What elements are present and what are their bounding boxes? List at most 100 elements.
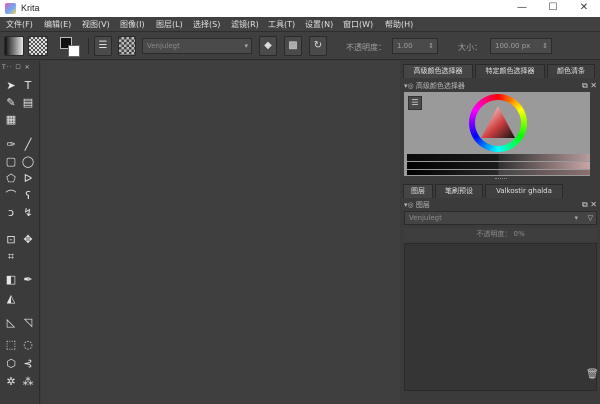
maximize-button[interactable]: ☐	[538, 0, 568, 17]
toolbox-header: T·· ☐ ✕	[2, 64, 31, 71]
gradient-tool-icon[interactable]: ◧	[4, 273, 18, 287]
spin-arrows-icon: ⇕	[428, 42, 434, 50]
blend-mode-value: Venjulegt	[409, 214, 442, 222]
right-dock: 高级颜色选择器 特定颜色选择器 颜色清条 ▾◎ 高级颜色选择器 ⧉ ✕ ☰ 图层…	[401, 61, 600, 404]
tab-layers[interactable]: 图层	[403, 184, 433, 198]
pattern-tool-icon[interactable]: ▦	[4, 113, 18, 127]
menu-bar: 文件(F) 编辑(E) 视图(V) 图像(I) 图层(L) 选择(S) 滤镜(R…	[0, 17, 600, 32]
menu-settings[interactable]: 设置(N)	[305, 19, 333, 30]
float-close-icon[interactable]: ⧉ ✕	[582, 80, 597, 92]
edit-brush-settings-icon[interactable]: ☰	[94, 36, 112, 56]
select-shapes-icon[interactable]: ➤	[4, 79, 18, 93]
size-spinbox[interactable]: 100.00 px ⇕	[490, 38, 552, 54]
size-value: 100.00 px	[495, 42, 531, 50]
minimize-button[interactable]: —	[507, 0, 537, 17]
tab-advanced-color-selector[interactable]: 高级颜色选择器	[403, 64, 473, 78]
bezier-tool-icon[interactable]: ⌒	[4, 189, 18, 203]
layer-opacity-text: 不透明度： 0%	[476, 230, 525, 238]
brush-preset-combo[interactable]: Venjulegt ▾	[142, 38, 252, 54]
menu-tools[interactable]: 工具(T)	[268, 19, 295, 30]
tool-options-bar: ☰ Venjulegt ▾ ◆ ▩ ↻ 不透明度： 1.00 ⇕ 大小： 100…	[0, 32, 600, 60]
gradient-swatch[interactable]	[4, 36, 24, 56]
freehand-brush-icon[interactable]: ✑	[4, 138, 18, 152]
menu-select[interactable]: 选择(S)	[193, 19, 220, 30]
ellipse-select-icon[interactable]: ◌	[21, 338, 35, 352]
menu-layer[interactable]: 图层(L)	[156, 19, 183, 30]
layer-tabs: 图层 笔刷预设 Valkostir ghalda	[401, 182, 600, 198]
selector-title: 高级颜色选择器	[415, 82, 465, 90]
crop-tool-icon[interactable]: ⌗	[4, 250, 18, 264]
menu-help[interactable]: 帮助(H)	[385, 19, 413, 30]
menu-filter[interactable]: 滤镜(R)	[231, 19, 259, 30]
shade-strip-1[interactable]	[407, 154, 590, 161]
layers-list[interactable]	[404, 243, 597, 391]
fill-tool-icon[interactable]: ◭	[4, 292, 18, 306]
color-triangle[interactable]	[479, 104, 517, 140]
pattern-swatch[interactable]	[28, 36, 48, 56]
chevron-down-icon: ▾	[574, 214, 578, 222]
close-button[interactable]: ✕	[569, 0, 599, 17]
color-tabs: 高级颜色选择器 特定颜色选择器 颜色清条	[401, 62, 600, 78]
line-tool-icon[interactable]: ╱	[21, 138, 35, 152]
rectangle-tool-icon[interactable]: ▢	[4, 155, 18, 169]
selector-settings-icon[interactable]: ☰	[408, 96, 422, 110]
move-tool-icon[interactable]: ✥	[21, 233, 35, 247]
spin-arrows-icon: ⇕	[542, 42, 548, 50]
similar-select-icon[interactable]: ⁂	[21, 375, 35, 389]
edit-shapes-icon[interactable]: ✎	[4, 96, 18, 110]
toolbox-panel: T·· ☐ ✕ ➤ T ✎ ▤ ▦ ✑ ╱ ▢ ◯ ⬠ ᐅ ⌒ ʕ ↄ ↯ ⊡ …	[0, 61, 40, 404]
rect-select-icon[interactable]: ⬚	[4, 338, 18, 352]
tab-valkostir[interactable]: Valkostir ghalda	[485, 184, 563, 198]
fg-bg-color-icon[interactable]	[60, 37, 82, 57]
contiguous-select-icon[interactable]: ✲	[4, 375, 18, 389]
ellipse-tool-icon[interactable]: ◯	[21, 155, 35, 169]
delete-layer-icon[interactable]: 🗑	[586, 369, 599, 383]
eraser-mode-icon[interactable]: ◆	[259, 36, 277, 56]
dynamic-brush-icon[interactable]: ↄ	[4, 206, 18, 220]
toolbar-separator	[88, 38, 89, 54]
polygon-tool-icon[interactable]: ⬠	[4, 172, 18, 186]
menu-edit[interactable]: 编辑(E)	[44, 19, 71, 30]
color-picker-icon[interactable]: ✒	[21, 273, 35, 287]
brush-preset-icon[interactable]	[118, 36, 136, 56]
layers-title: 图层	[415, 201, 430, 209]
calligraphy-icon[interactable]: ▤	[21, 96, 35, 110]
menu-file[interactable]: 文件(F)	[6, 19, 33, 30]
filter-icon[interactable]: ▽	[588, 212, 593, 224]
float-close-icon[interactable]: ⧉ ✕	[582, 199, 597, 211]
layers-panel-title: ▾◎ 图层 ⧉ ✕	[404, 199, 597, 211]
shade-strip-2[interactable]	[407, 162, 590, 169]
canvas-area[interactable]	[41, 61, 400, 404]
measure-tool-icon[interactable]: ◹	[21, 316, 35, 330]
reload-preset-icon[interactable]: ↻	[309, 36, 327, 56]
tab-specific-color-selector[interactable]: 特定颜色选择器	[475, 64, 545, 78]
menu-view[interactable]: 视图(V)	[82, 19, 110, 30]
selector-panel-title: ▾◎ 高级颜色选择器 ⧉ ✕	[404, 80, 597, 92]
transform-tool-icon[interactable]: ⊡	[4, 233, 18, 247]
multibrush-icon[interactable]: ↯	[21, 206, 35, 220]
chevron-down-icon: ▾	[244, 42, 248, 50]
tab-color-strip[interactable]: 颜色清条	[547, 64, 595, 78]
blend-mode-combo[interactable]: Venjulegt ▾ ▽	[404, 211, 597, 225]
panel-grip-icon: ▾◎	[404, 82, 416, 90]
menu-window[interactable]: 窗口(W)	[343, 19, 373, 30]
advanced-color-selector[interactable]: ☰	[404, 92, 590, 176]
splitter-handle[interactable]	[495, 178, 507, 180]
freehand-select-icon[interactable]: ⊰	[21, 357, 35, 371]
text-tool-icon[interactable]: T	[21, 79, 35, 93]
polygon-select-icon[interactable]: ⬡	[4, 357, 18, 371]
window-title: Krita	[21, 3, 40, 13]
opacity-spinbox[interactable]: 1.00 ⇕	[392, 38, 438, 54]
layer-opacity-slider[interactable]: 不透明度： 0%	[404, 228, 597, 241]
assistant-tool-icon[interactable]: ◺	[4, 316, 18, 330]
title-bar: Krita — ☐ ✕	[0, 0, 600, 17]
opacity-label: 不透明度：	[346, 43, 386, 52]
brush-preset-name: Venjulegt	[147, 42, 180, 50]
size-label: 大小：	[458, 43, 482, 52]
alpha-lock-icon[interactable]: ▩	[284, 36, 302, 56]
freehand-path-icon[interactable]: ʕ	[21, 189, 35, 203]
polyline-tool-icon[interactable]: ᐅ	[21, 172, 35, 186]
shade-strip-3[interactable]	[407, 170, 590, 175]
menu-image[interactable]: 图像(I)	[120, 19, 145, 30]
tab-brush-presets[interactable]: 笔刷预设	[435, 184, 483, 198]
